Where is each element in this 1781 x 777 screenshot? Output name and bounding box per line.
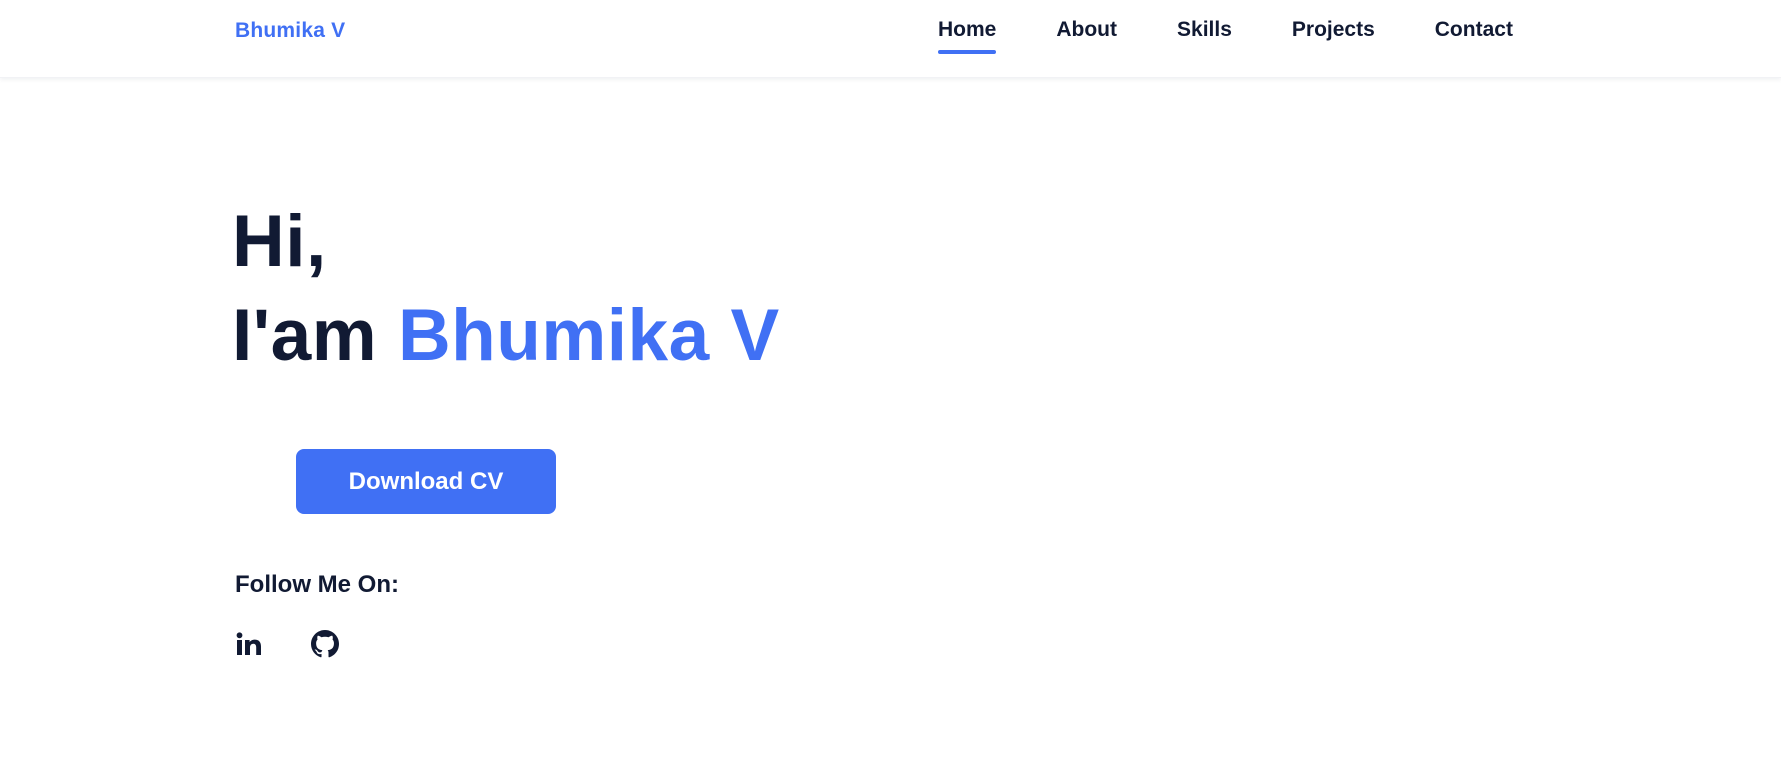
- site-logo[interactable]: Bhumika V: [235, 19, 345, 43]
- hero-name: Bhumika V: [397, 295, 780, 376]
- social-links: [235, 630, 339, 658]
- github-link[interactable]: [311, 630, 339, 658]
- follow-label: Follow Me On:: [235, 571, 399, 598]
- hero-intro: I'am Bhumika V: [232, 286, 780, 386]
- hero-intro-prefix: I'am: [232, 295, 398, 376]
- nav-item-contact[interactable]: Contact: [1435, 18, 1513, 52]
- hero-greeting: Hi,: [232, 201, 327, 282]
- linkedin-icon: [236, 632, 262, 656]
- linkedin-link[interactable]: [235, 630, 263, 658]
- nav-item-projects[interactable]: Projects: [1292, 18, 1375, 52]
- nav-item-home[interactable]: Home: [938, 18, 997, 54]
- download-cv-button[interactable]: Download CV: [296, 449, 556, 514]
- main-nav: Home About Skills Projects Contact: [938, 18, 1513, 54]
- hero-section: Hi, I'am Bhumika V: [232, 198, 780, 386]
- nav-item-about[interactable]: About: [1056, 18, 1117, 52]
- nav-item-skills[interactable]: Skills: [1177, 18, 1232, 52]
- github-icon: [311, 630, 339, 658]
- site-header: Bhumika V Home About Skills Projects Con…: [0, 0, 1781, 78]
